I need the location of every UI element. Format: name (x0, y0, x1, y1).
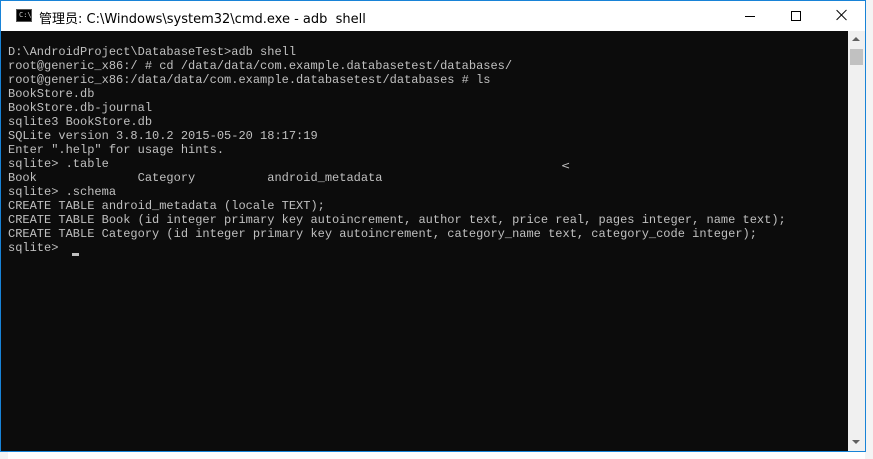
title-bar[interactable]: C:\ 管理员: C:\Windows\system32\cmd.exe - a… (1, 1, 865, 31)
console-line: BookStore.db (8, 87, 95, 101)
window-title: 管理员: C:\Windows\system32\cmd.exe - adb s… (39, 12, 366, 27)
cmd-app-icon-label: C:\ (19, 11, 32, 19)
mouse-ibeam-glyph: < (561, 159, 571, 172)
minimize-button[interactable] (727, 1, 773, 31)
console-line: BookStore.db-journal (8, 101, 153, 115)
text-cursor (72, 253, 79, 256)
console-line: CREATE TABLE Category (id integer primar… (8, 227, 757, 241)
console-line: root@generic_x86:/data/data/com.example.… (8, 73, 491, 87)
console-line: root@generic_x86:/ # cd /data/data/com.e… (8, 59, 513, 73)
vertical-scrollbar[interactable] (848, 31, 865, 451)
close-icon (836, 9, 848, 21)
console-line: Book Category android_metadata (8, 171, 383, 185)
maximize-button[interactable] (773, 1, 819, 31)
cmd-window: C:\ 管理员: C:\Windows\system32\cmd.exe - a… (0, 0, 866, 452)
console-line: D:\AndroidProject\DatabaseTest>adb shell (8, 45, 297, 59)
console-line: sqlite> .table (8, 157, 109, 171)
scrollbar-thumb[interactable] (850, 49, 863, 65)
console-output[interactable]: D:\AndroidProject\DatabaseTest>adb shell… (8, 45, 848, 445)
console-line: CREATE TABLE android_metadata (locale TE… (8, 199, 325, 213)
console-line: sqlite> .schema (8, 185, 117, 199)
console-line: Enter ".help" for usage hints. (8, 143, 225, 157)
scroll-up-arrow-icon[interactable] (848, 31, 865, 48)
console-line: sqlite3 BookStore.db (8, 115, 153, 129)
console-prompt-line: sqlite> (8, 241, 66, 255)
scroll-down-arrow-icon[interactable] (848, 434, 865, 451)
cmd-app-icon[interactable]: C:\ (16, 9, 32, 22)
maximize-icon (791, 11, 801, 21)
minimize-icon (745, 16, 755, 17)
background-window-edge-right (865, 0, 873, 459)
console-line: CREATE TABLE Book (id integer primary ke… (8, 213, 786, 227)
close-button[interactable] (819, 1, 865, 31)
console-line: SQLite version 3.8.10.2 2015-05-20 18:17… (8, 129, 318, 143)
